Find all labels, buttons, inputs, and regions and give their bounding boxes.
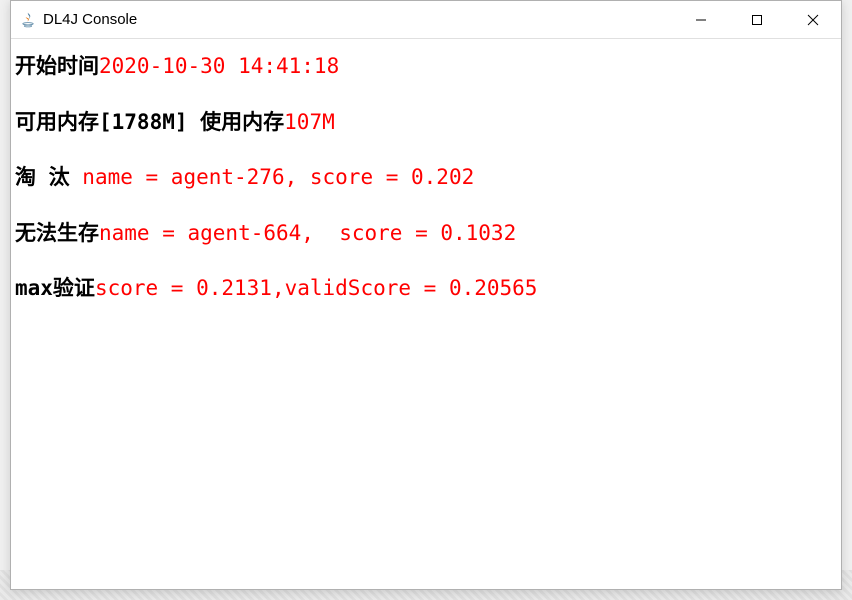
console-window: DL4J Console 开始时间2020-10-30 14:41:18 可用内… xyxy=(10,0,842,590)
java-icon xyxy=(19,11,37,29)
minimize-button[interactable] xyxy=(673,1,729,38)
output-line-cannot-survive: 无法生存name = agent-664, score = 0.1032 xyxy=(15,218,837,250)
output-line-memory: 可用内存[1788M] 使用内存107M xyxy=(15,107,837,139)
output-line-start-time: 开始时间2020-10-30 14:41:18 xyxy=(15,51,837,83)
cannot-survive-value: name = agent-664, score = 0.1032 xyxy=(99,221,516,245)
start-time-value: 2020-10-30 14:41:18 xyxy=(99,54,339,78)
memory-label: 可用内存[1788M] 使用内存 xyxy=(15,110,284,134)
console-output: 开始时间2020-10-30 14:41:18 可用内存[1788M] 使用内存… xyxy=(11,39,841,341)
output-line-eliminate: 淘 汰 name = agent-276, score = 0.202 xyxy=(15,162,837,194)
close-button[interactable] xyxy=(785,1,841,38)
eliminate-value: name = agent-276, score = 0.202 xyxy=(82,165,474,189)
output-line-max-validation: max验证score = 0.2131,validScore = 0.20565 xyxy=(15,273,837,305)
window-controls xyxy=(673,1,841,38)
start-time-label: 开始时间 xyxy=(15,54,99,78)
memory-value: 107M xyxy=(284,110,335,134)
maximize-button[interactable] xyxy=(729,1,785,38)
titlebar[interactable]: DL4J Console xyxy=(11,1,841,39)
cannot-survive-label: 无法生存 xyxy=(15,221,99,245)
window-title: DL4J Console xyxy=(43,11,673,28)
eliminate-label: 淘 汰 xyxy=(15,165,82,189)
max-validation-value: score = 0.2131,validScore = 0.20565 xyxy=(95,276,538,300)
max-validation-label: max验证 xyxy=(15,276,95,300)
